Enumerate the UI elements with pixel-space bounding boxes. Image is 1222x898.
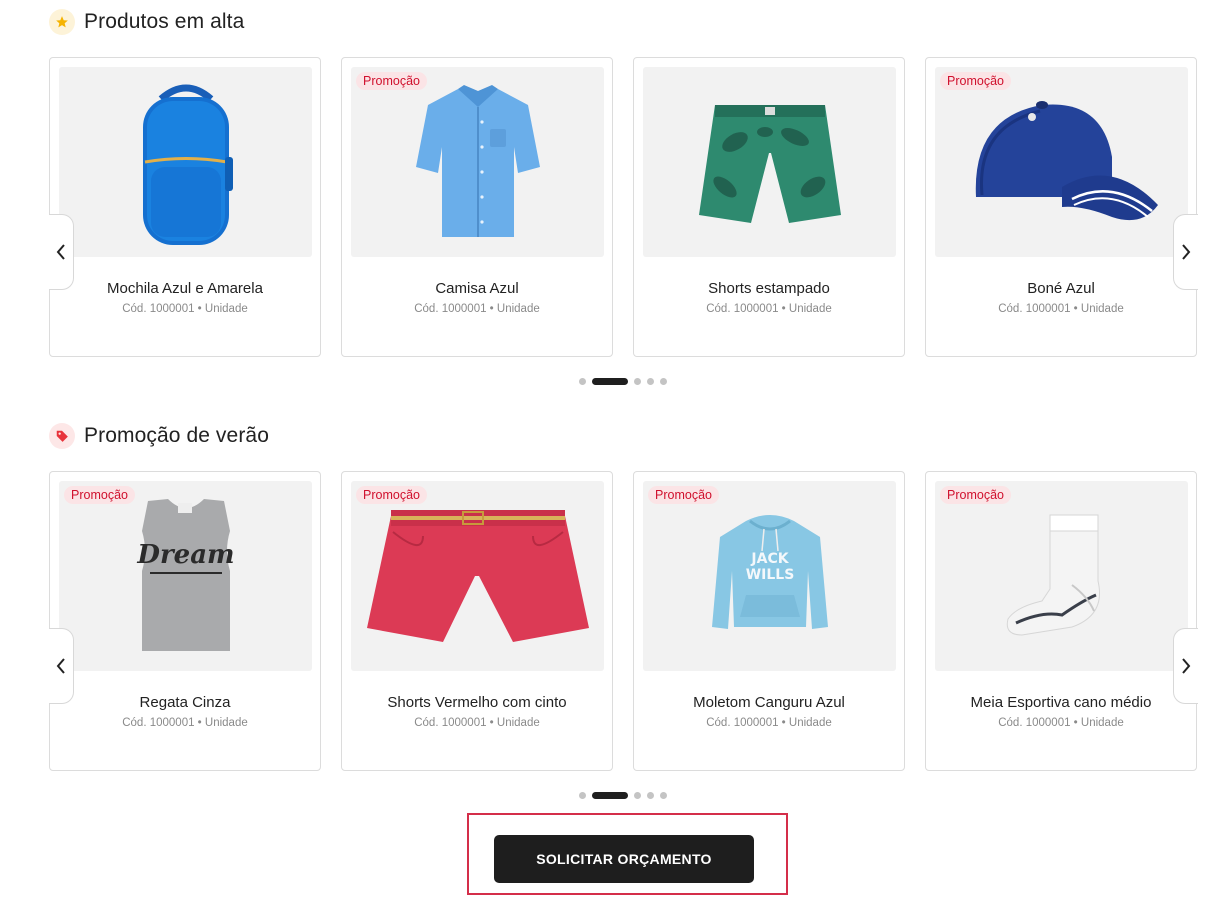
promo-badge: Promoção: [356, 486, 427, 504]
pagination-dot[interactable]: [647, 377, 654, 385]
pagination-dot[interactable]: [634, 377, 641, 385]
product-image[interactable]: Promoção: [935, 481, 1188, 671]
product-meta: Cód. 1000001 • Unidade: [414, 303, 540, 315]
hoodie-image: JACK WILLS: [711, 515, 828, 629]
printed-shorts-image: [698, 105, 841, 223]
tank-top-image: Dream: [136, 499, 234, 651]
carousel-prev-button[interactable]: [49, 628, 74, 704]
cta-highlight-frame: SOLICITAR ORÇAMENTO: [467, 813, 788, 895]
promo-badge: Promoção: [64, 486, 135, 504]
promo-badge: Promoção: [940, 486, 1011, 504]
product-image[interactable]: Promoção Dream: [59, 481, 312, 671]
section-title: Promoção de verão: [84, 424, 269, 447]
product-image[interactable]: [59, 67, 312, 257]
product-meta: Cód. 1000001 • Unidade: [998, 303, 1124, 315]
product-card[interactable]: Promoção Meia Esportiva cano médio Cód. …: [925, 471, 1197, 771]
product-card[interactable]: Promoção Camisa Azul Cód. 1000001 • Unid…: [341, 57, 613, 357]
product-image[interactable]: Promoção: [935, 67, 1188, 257]
product-name: Boné Azul: [1027, 280, 1095, 297]
product-image[interactable]: Promoção JACK WILLS: [643, 481, 896, 671]
product-meta: Cód. 1000001 • Unidade: [414, 717, 540, 729]
chevron-right-icon: [1182, 658, 1191, 674]
carousel-pagination: [579, 791, 673, 799]
product-card[interactable]: Shorts estampado Cód. 1000001 • Unidade: [633, 57, 905, 357]
product-card[interactable]: Promoção Dream Regata Cinza Cód. 1000001…: [49, 471, 321, 771]
cap-image: [975, 101, 1158, 221]
backpack-image: [142, 84, 233, 245]
pagination-dot[interactable]: [634, 791, 641, 799]
product-name: Shorts Vermelho com cinto: [387, 694, 567, 711]
promo-badge: Promoção: [648, 486, 719, 504]
product-image[interactable]: [643, 67, 896, 257]
product-meta: Cód. 1000001 • Unidade: [706, 303, 832, 315]
chevron-left-icon: [56, 244, 65, 260]
shirt-image: [415, 85, 540, 237]
product-name: Regata Cinza: [139, 694, 231, 711]
pagination-dot[interactable]: [647, 791, 654, 799]
product-card[interactable]: Mochila Azul e Amarela Cód. 1000001 • Un…: [49, 57, 321, 357]
pagination-dot[interactable]: [660, 377, 667, 385]
product-meta: Cód. 1000001 • Unidade: [122, 303, 248, 315]
promo-badge: Promoção: [356, 72, 427, 90]
promo-badge: Promoção: [940, 72, 1011, 90]
pagination-dot[interactable]: [579, 377, 586, 385]
star-icon: [49, 9, 75, 35]
carousel-pagination: [579, 377, 673, 385]
product-name: Meia Esportiva cano médio: [970, 694, 1152, 711]
pagination-dot[interactable]: [579, 791, 586, 799]
section-header: Produtos em alta: [49, 9, 244, 35]
section-header: Promoção de verão: [49, 423, 269, 449]
carousel-prev-button[interactable]: [49, 214, 74, 290]
chevron-left-icon: [56, 658, 65, 674]
svg-text:WILLS: WILLS: [745, 567, 794, 583]
chevron-right-icon: [1182, 244, 1191, 260]
tag-icon: [49, 423, 75, 449]
product-card[interactable]: Promoção JACK WILLS Moletom Canguru Azul…: [633, 471, 905, 771]
product-name: Camisa Azul: [435, 280, 519, 297]
red-shorts-image: [366, 510, 589, 642]
svg-text:Dream: Dream: [136, 540, 234, 570]
product-meta: Cód. 1000001 • Unidade: [706, 717, 832, 729]
product-image[interactable]: Promoção: [351, 481, 604, 671]
carousel-next-button[interactable]: [1173, 214, 1198, 290]
section-title: Produtos em alta: [84, 10, 245, 33]
product-name: Moletom Canguru Azul: [693, 694, 845, 711]
product-card[interactable]: Promoção Boné Azul Cód. 1000001 • Unidad…: [925, 57, 1197, 357]
product-meta: Cód. 1000001 • Unidade: [998, 717, 1124, 729]
product-name: Mochila Azul e Amarela: [107, 280, 263, 297]
product-meta: Cód. 1000001 • Unidade: [122, 717, 248, 729]
sock-image: [1006, 514, 1100, 636]
pagination-dot-active[interactable]: [592, 791, 628, 799]
request-quote-button[interactable]: SOLICITAR ORÇAMENTO: [494, 835, 754, 883]
product-name: Shorts estampado: [708, 280, 830, 297]
product-image[interactable]: Promoção: [351, 67, 604, 257]
svg-text:JACK: JACK: [750, 551, 789, 567]
pagination-dot-active[interactable]: [592, 377, 628, 385]
pagination-dot[interactable]: [660, 791, 667, 799]
carousel-next-button[interactable]: [1173, 628, 1198, 704]
product-card[interactable]: Promoção Shorts Vermelho com cinto Cód. …: [341, 471, 613, 771]
